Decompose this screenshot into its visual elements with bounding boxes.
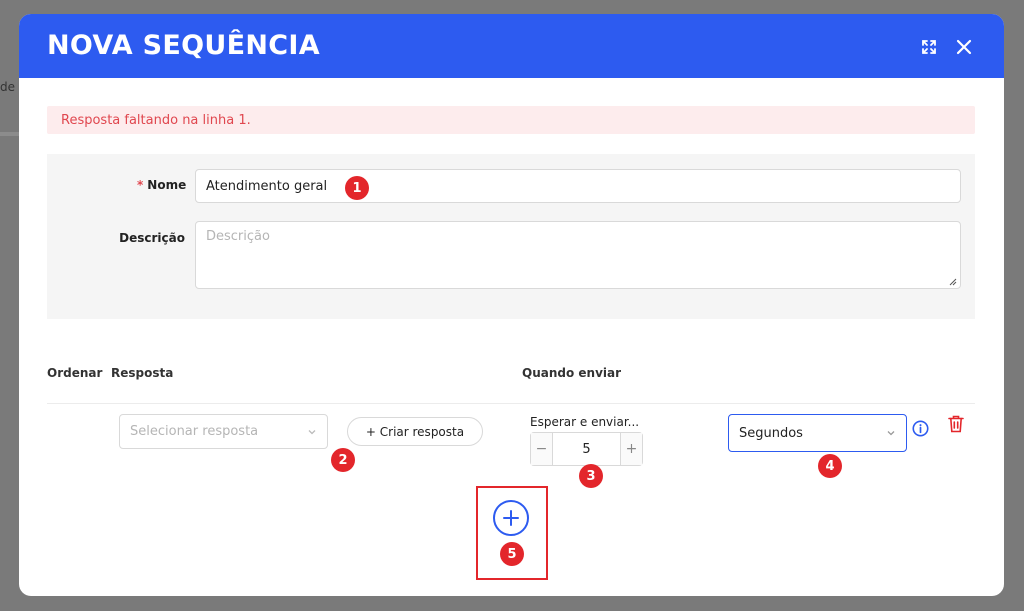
background-text: de <box>0 80 15 94</box>
wait-label: Esperar e enviar... <box>530 415 640 429</box>
resize-handle-icon[interactable] <box>949 278 957 286</box>
column-response: Resposta <box>111 366 174 380</box>
step-marker-4: 4 <box>818 454 842 478</box>
step-marker-5: 5 <box>500 542 524 566</box>
decrement-button[interactable]: − <box>531 433 553 465</box>
background-strip <box>0 132 20 136</box>
new-sequence-modal: NOVA SEQUÊNCIA Resposta faltando na linh… <box>19 14 1004 596</box>
description-input[interactable] <box>195 221 961 289</box>
expand-icon[interactable] <box>920 38 938 56</box>
step-marker-1: 1 <box>345 176 369 200</box>
step-marker-2: 2 <box>331 448 355 472</box>
trash-icon[interactable] <box>947 414 965 434</box>
description-label: Descrição <box>119 231 185 245</box>
time-unit-value: Segundos <box>739 425 803 441</box>
form-panel: *Nome Descrição <box>47 154 975 319</box>
column-when-send: Quando enviar <box>522 366 622 380</box>
plus-circle-icon[interactable] <box>493 500 529 536</box>
step-marker-3: 3 <box>579 464 603 488</box>
chevron-down-icon <box>308 429 316 434</box>
info-icon[interactable] <box>912 420 929 437</box>
modal-header: NOVA SEQUÊNCIA <box>19 14 1004 78</box>
wait-stepper[interactable]: − + <box>530 432 643 466</box>
response-select[interactable]: Selecionar resposta <box>119 414 328 449</box>
response-select-placeholder: Selecionar resposta <box>130 424 259 439</box>
modal-title: NOVA SEQUÊNCIA <box>47 30 320 61</box>
required-mark: * <box>137 178 144 192</box>
name-input[interactable] <box>195 169 961 203</box>
chevron-down-icon <box>887 431 895 436</box>
increment-button[interactable]: + <box>620 433 642 465</box>
close-icon[interactable] <box>955 38 973 56</box>
time-unit-select[interactable]: Segundos <box>728 414 907 452</box>
column-order: Ordenar <box>47 366 103 380</box>
wait-value-input[interactable] <box>553 433 620 465</box>
error-alert-text: Resposta faltando na linha 1. <box>61 112 251 128</box>
error-alert: Resposta faltando na linha 1. <box>47 106 975 134</box>
name-label: * Nome <box>137 178 187 192</box>
create-response-button[interactable]: + Criar resposta <box>347 417 483 446</box>
table-divider <box>47 403 975 404</box>
